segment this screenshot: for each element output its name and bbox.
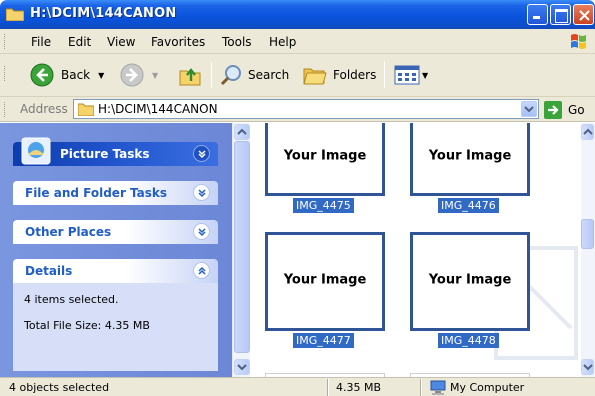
minimize-button[interactable]	[527, 4, 548, 25]
folder-icon	[78, 103, 94, 116]
my-computer-icon	[430, 380, 446, 395]
other-places-header[interactable]: Other Places	[13, 220, 218, 244]
go-label: Go	[568, 103, 585, 117]
thumbnail[interactable]: Your Image	[265, 123, 385, 196]
scroll-down-button[interactable]	[234, 359, 250, 375]
details-header[interactable]: Details	[13, 259, 218, 283]
menu-favorites[interactable]: Favorites	[151, 35, 205, 49]
window-title: H:\DCIM\144CANON	[30, 6, 177, 21]
menu-tools[interactable]: Tools	[222, 35, 252, 49]
details-panel: 4 items selected. Total File Size: 4.35 …	[13, 283, 218, 371]
address-input[interactable]: H:\DCIM\144CANON	[73, 99, 539, 119]
menu-help[interactable]: Help	[269, 35, 296, 49]
toolbar: Back ▼ ▼ Search Folders ▼	[0, 54, 595, 97]
back-button[interactable]: Back ▼	[30, 63, 104, 87]
chevron-down-icon[interactable]	[193, 223, 210, 240]
scroll-up-button[interactable]	[234, 124, 250, 140]
chevron-up-icon[interactable]	[193, 262, 210, 279]
go-arrow-icon	[544, 101, 562, 119]
search-button[interactable]: Search	[219, 63, 289, 87]
title-bar: H:\DCIM\144CANON	[0, 0, 595, 29]
back-arrow-icon	[30, 63, 54, 87]
folders-icon	[303, 68, 327, 85]
views-dropdown-icon[interactable]: ▼	[422, 71, 428, 80]
chevron-down-icon	[524, 106, 534, 113]
maximize-button[interactable]	[550, 4, 571, 25]
thumbnail-filename[interactable]: IMG_4475	[293, 198, 354, 213]
search-icon	[220, 65, 241, 86]
thumbnail-image-text: Your Image	[428, 272, 512, 288]
scroll-up-button[interactable]	[581, 124, 594, 140]
status-bar: 4 objects selected 4.35 MB My Computer	[0, 377, 595, 396]
file-view: Your Image IMG_4475 Your Image IMG_4476 …	[251, 123, 581, 377]
thumbnail-image-text: Your Image	[283, 148, 367, 164]
menu-grip	[4, 34, 7, 49]
chevron-down-icon[interactable]	[193, 184, 210, 201]
toolbar-separator	[384, 62, 385, 88]
forward-button[interactable]: ▼	[120, 63, 158, 87]
chevron-down-icon	[237, 364, 247, 371]
thumbnail-image-text: Your Image	[283, 272, 367, 288]
folder-icon	[6, 8, 24, 21]
up-folder-button[interactable]	[178, 63, 202, 87]
scroll-thumb[interactable]	[234, 141, 250, 353]
status-selection: 4 objects selected	[9, 381, 110, 394]
address-value: H:\DCIM\144CANON	[98, 102, 218, 116]
close-button[interactable]	[573, 4, 594, 25]
thumbnail-filename[interactable]: IMG_4476	[438, 198, 499, 213]
file-folder-tasks-label: File and Folder Tasks	[25, 186, 168, 200]
forward-arrow-icon	[120, 63, 144, 87]
thumbnail-filename[interactable]: IMG_4478	[438, 333, 499, 348]
status-separator	[327, 379, 329, 396]
thumbnail[interactable]: Your Image	[265, 232, 385, 331]
address-grip	[4, 102, 7, 117]
chevron-up-icon	[237, 128, 247, 135]
address-label: Address	[20, 102, 68, 116]
address-bar: Address H:\DCIM\144CANON Go	[0, 97, 595, 122]
views-button[interactable]: ▼	[394, 63, 428, 87]
thumbnail[interactable]: Your Image	[410, 123, 530, 196]
task-pane-scrollbar[interactable]	[232, 123, 250, 377]
search-label: Search	[248, 68, 290, 82]
folders-label: Folders	[333, 68, 377, 82]
file-folder-tasks-header[interactable]: File and Folder Tasks	[13, 181, 218, 205]
chevron-down-icon[interactable]	[193, 145, 210, 162]
menu-file[interactable]: File	[31, 35, 51, 49]
forward-dropdown-icon[interactable]: ▼	[152, 71, 158, 80]
thumbnail[interactable]: Your Image	[410, 232, 530, 331]
windows-logo-icon	[571, 34, 586, 49]
task-pane: Picture Tasks File and Folder Tasks Othe…	[0, 123, 232, 377]
other-places-label: Other Places	[25, 225, 112, 239]
folder-up-icon	[179, 68, 201, 86]
scroll-thumb[interactable]	[581, 219, 594, 249]
back-label: Back	[61, 68, 91, 82]
status-location: My Computer	[450, 381, 525, 394]
details-selected-count: 4 items selected.	[24, 293, 119, 306]
details-total-size: Total File Size: 4.35 MB	[24, 319, 150, 332]
picture-tasks-header[interactable]: Picture Tasks	[13, 137, 218, 166]
status-size: 4.35 MB	[336, 381, 382, 394]
menu-view[interactable]: View	[107, 35, 135, 49]
chevron-up-icon	[583, 128, 593, 135]
picture-tasks-label: Picture Tasks	[60, 147, 150, 161]
details-label: Details	[25, 264, 73, 278]
toolbar-grip	[4, 66, 7, 81]
file-view-scrollbar[interactable]	[581, 123, 595, 377]
chevron-down-icon	[583, 364, 593, 371]
close-icon	[579, 10, 590, 21]
picture-icon	[21, 137, 51, 165]
menu-bar: File Edit View Favorites Tools Help	[0, 29, 595, 54]
thumbnail-filename[interactable]: IMG_4477	[293, 333, 354, 348]
address-dropdown-button[interactable]	[521, 101, 537, 117]
thumbnail-image-text: Your Image	[428, 148, 512, 164]
scroll-down-button[interactable]	[581, 359, 594, 375]
back-dropdown-icon[interactable]: ▼	[98, 71, 104, 80]
folders-button[interactable]: Folders	[302, 63, 376, 87]
views-icon	[394, 65, 420, 85]
status-separator	[420, 379, 422, 396]
go-button[interactable]: Go	[544, 101, 585, 119]
menu-edit[interactable]: Edit	[68, 35, 91, 49]
toolbar-separator	[211, 62, 212, 88]
